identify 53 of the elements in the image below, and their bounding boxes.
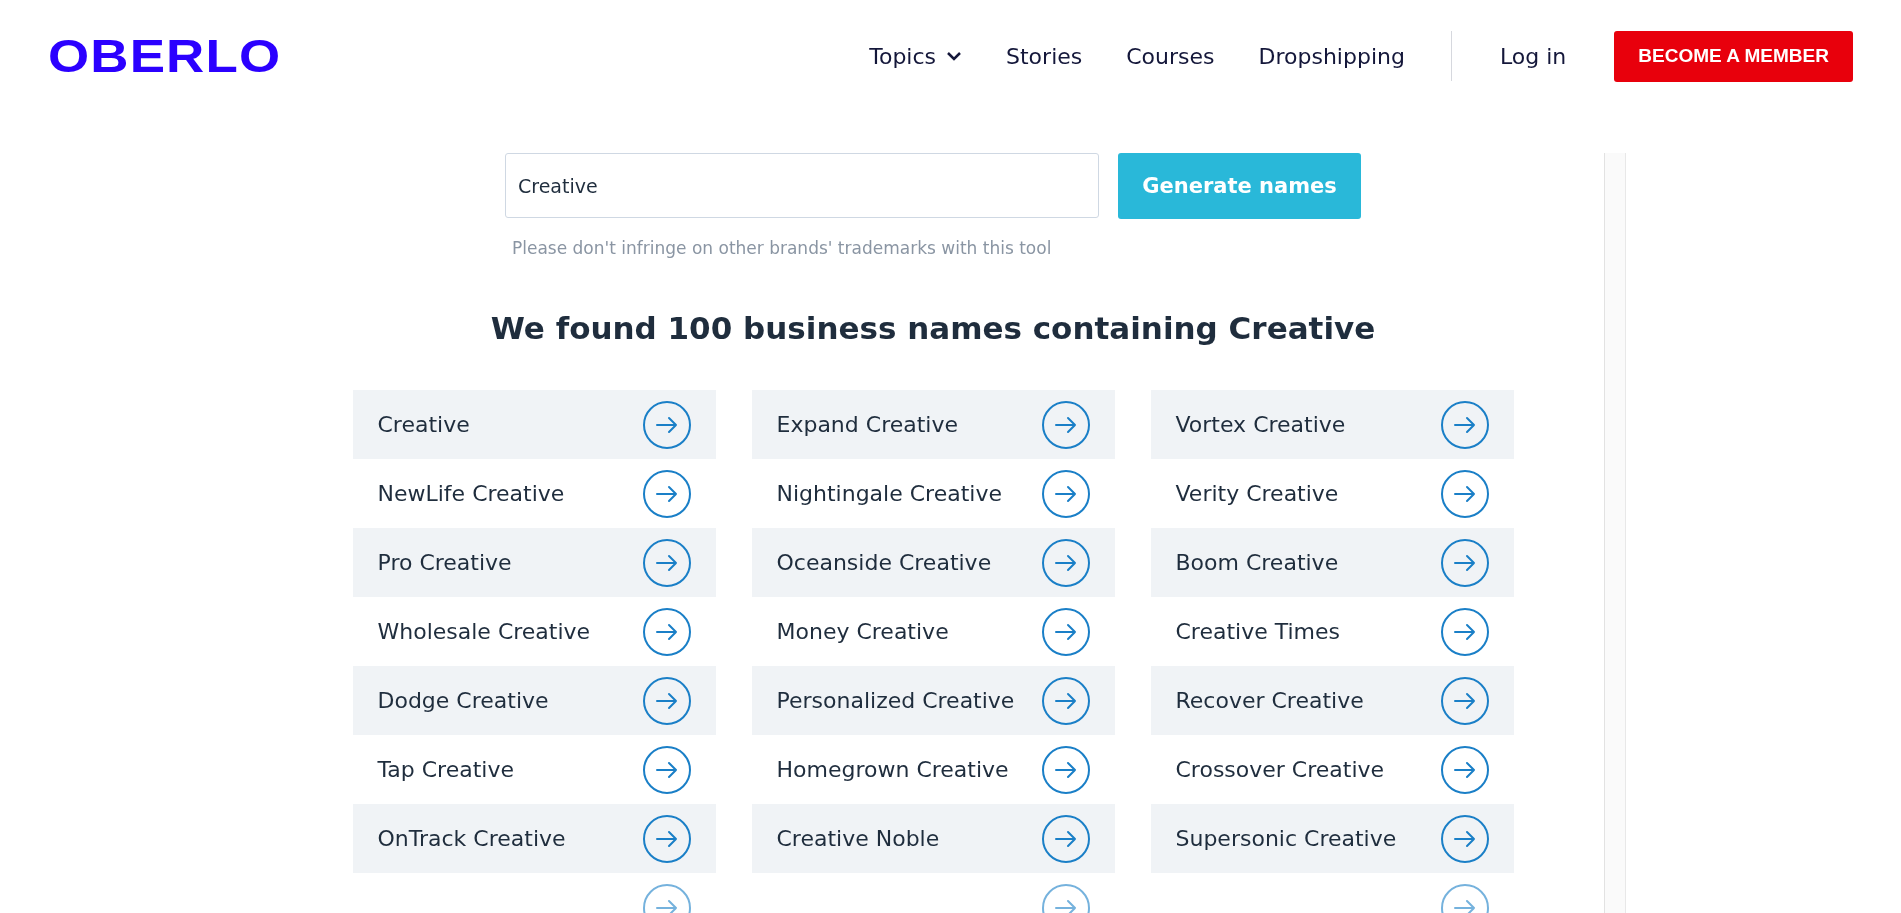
- arrow-circle-icon[interactable]: [641, 537, 692, 588]
- arrow-circle-icon[interactable]: [641, 399, 692, 450]
- arrow-circle-icon[interactable]: [1439, 399, 1490, 450]
- arrow-circle-icon[interactable]: [1040, 675, 1091, 726]
- business-name: Dodge Creative: [377, 688, 549, 713]
- arrow-circle-icon[interactable]: [1040, 468, 1091, 519]
- business-name: Homegrown Creative: [776, 757, 1009, 782]
- nav-link[interactable]: Dropshipping: [1258, 43, 1405, 69]
- arrow-circle-icon[interactable]: [1439, 468, 1490, 519]
- arrow-circle-icon[interactable]: [1439, 813, 1490, 864]
- business-name: Pro Creative: [377, 550, 512, 575]
- arrow-circle-icon[interactable]: [641, 468, 692, 519]
- nav-link[interactable]: Courses: [1126, 43, 1215, 69]
- chevron-down-icon: [946, 51, 963, 61]
- logo[interactable]: OBERLO: [48, 29, 282, 83]
- business-name: Creative Noble: [776, 826, 940, 851]
- business-name: Personalized Creative: [776, 688, 1015, 713]
- arrow-circle-icon[interactable]: [1040, 399, 1091, 450]
- business-name: Tap Creative: [377, 757, 514, 782]
- arrow-circle-icon[interactable]: [1439, 537, 1490, 588]
- business-name: Vortex Creative: [1175, 412, 1346, 437]
- arrow-circle-icon[interactable]: [1439, 744, 1490, 795]
- results-heading: We found 100 business names containing Creative: [490, 310, 1376, 346]
- arrow-circle-icon[interactable]: [1040, 744, 1091, 795]
- nav-link[interactable]: Topics: [869, 43, 963, 69]
- business-name: NewLife Creative: [377, 481, 565, 506]
- business-name: Supersonic Creative: [1175, 826, 1397, 851]
- hint-text: Please don't infringe on other brands' trademarks with this tool: [512, 238, 1052, 258]
- business-name: Recover Creative: [1175, 688, 1364, 713]
- business-name: Expand Creative: [776, 412, 958, 437]
- business-name: Verity Creative: [1175, 481, 1339, 506]
- business-name: Oceanside Creative: [776, 550, 992, 575]
- become-member-button[interactable]: BECOME A MEMBER: [1614, 30, 1853, 82]
- arrow-circle-icon[interactable]: [1439, 675, 1490, 726]
- login-link[interactable]: Log in: [1499, 43, 1567, 69]
- arrow-circle-icon[interactable]: [641, 606, 692, 657]
- search-field[interactable]: Creative: [505, 153, 1099, 218]
- arrow-circle-icon[interactable]: [1040, 537, 1091, 588]
- arrow-circle-icon[interactable]: [1040, 606, 1091, 657]
- business-name: Creative: [377, 412, 470, 437]
- arrow-circle-icon[interactable]: [1439, 606, 1490, 657]
- arrow-circle-icon[interactable]: [641, 813, 692, 864]
- nav-link[interactable]: Stories: [1006, 43, 1083, 69]
- arrow-circle-icon[interactable]: [1040, 813, 1091, 864]
- business-name: Creative Times: [1175, 619, 1341, 644]
- arrow-circle-icon[interactable]: [641, 675, 692, 726]
- business-name: Nightingale Creative: [776, 481, 1002, 506]
- business-name: OnTrack Creative: [377, 826, 566, 851]
- business-name: Crossover Creative: [1175, 757, 1385, 782]
- arrow-circle-icon[interactable]: [641, 744, 692, 795]
- business-name: Boom Creative: [1175, 550, 1339, 575]
- business-name: Wholesale Creative: [377, 619, 591, 644]
- business-name: Money Creative: [776, 619, 949, 644]
